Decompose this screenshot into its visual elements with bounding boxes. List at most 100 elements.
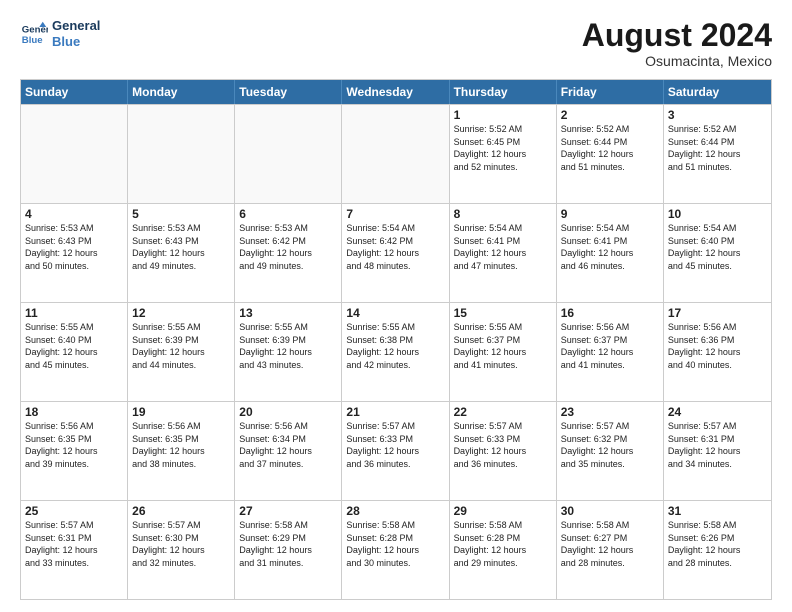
month-year: August 2024 [582, 18, 772, 53]
cal-cell: 16Sunrise: 5:56 AM Sunset: 6:37 PM Dayli… [557, 303, 664, 401]
day-info: Sunrise: 5:55 AM Sunset: 6:39 PM Dayligh… [239, 321, 337, 371]
header-day-saturday: Saturday [664, 80, 771, 104]
day-number: 25 [25, 504, 123, 518]
page: General Blue General Blue August 2024 Os… [0, 0, 792, 612]
day-number: 6 [239, 207, 337, 221]
day-number: 19 [132, 405, 230, 419]
cal-cell: 26Sunrise: 5:57 AM Sunset: 6:30 PM Dayli… [128, 501, 235, 599]
day-info: Sunrise: 5:57 AM Sunset: 6:33 PM Dayligh… [346, 420, 444, 470]
cal-cell: 30Sunrise: 5:58 AM Sunset: 6:27 PM Dayli… [557, 501, 664, 599]
header-day-wednesday: Wednesday [342, 80, 449, 104]
day-number: 2 [561, 108, 659, 122]
cal-cell: 22Sunrise: 5:57 AM Sunset: 6:33 PM Dayli… [450, 402, 557, 500]
header: General Blue General Blue August 2024 Os… [20, 18, 772, 69]
cal-cell: 5Sunrise: 5:53 AM Sunset: 6:43 PM Daylig… [128, 204, 235, 302]
logo: General Blue General Blue [20, 18, 100, 49]
cal-cell: 18Sunrise: 5:56 AM Sunset: 6:35 PM Dayli… [21, 402, 128, 500]
day-info: Sunrise: 5:55 AM Sunset: 6:40 PM Dayligh… [25, 321, 123, 371]
day-number: 14 [346, 306, 444, 320]
day-info: Sunrise: 5:54 AM Sunset: 6:41 PM Dayligh… [454, 222, 552, 272]
cal-cell: 7Sunrise: 5:54 AM Sunset: 6:42 PM Daylig… [342, 204, 449, 302]
day-info: Sunrise: 5:52 AM Sunset: 6:45 PM Dayligh… [454, 123, 552, 173]
day-info: Sunrise: 5:58 AM Sunset: 6:26 PM Dayligh… [668, 519, 767, 569]
day-number: 24 [668, 405, 767, 419]
day-number: 28 [346, 504, 444, 518]
header-day-friday: Friday [557, 80, 664, 104]
cal-cell: 14Sunrise: 5:55 AM Sunset: 6:38 PM Dayli… [342, 303, 449, 401]
day-info: Sunrise: 5:55 AM Sunset: 6:39 PM Dayligh… [132, 321, 230, 371]
week-row-1: 1Sunrise: 5:52 AM Sunset: 6:45 PM Daylig… [21, 104, 771, 203]
day-info: Sunrise: 5:56 AM Sunset: 6:37 PM Dayligh… [561, 321, 659, 371]
day-number: 10 [668, 207, 767, 221]
day-number: 30 [561, 504, 659, 518]
day-number: 11 [25, 306, 123, 320]
day-info: Sunrise: 5:57 AM Sunset: 6:30 PM Dayligh… [132, 519, 230, 569]
logo-text: General Blue [52, 18, 100, 49]
cal-cell [235, 105, 342, 203]
cal-cell: 21Sunrise: 5:57 AM Sunset: 6:33 PM Dayli… [342, 402, 449, 500]
week-row-2: 4Sunrise: 5:53 AM Sunset: 6:43 PM Daylig… [21, 203, 771, 302]
cal-cell [342, 105, 449, 203]
location: Osumacinta, Mexico [582, 53, 772, 69]
week-row-5: 25Sunrise: 5:57 AM Sunset: 6:31 PM Dayli… [21, 500, 771, 599]
cal-cell: 19Sunrise: 5:56 AM Sunset: 6:35 PM Dayli… [128, 402, 235, 500]
calendar: SundayMondayTuesdayWednesdayThursdayFrid… [20, 79, 772, 600]
day-number: 23 [561, 405, 659, 419]
day-info: Sunrise: 5:54 AM Sunset: 6:41 PM Dayligh… [561, 222, 659, 272]
day-number: 1 [454, 108, 552, 122]
cal-cell [21, 105, 128, 203]
cal-cell: 12Sunrise: 5:55 AM Sunset: 6:39 PM Dayli… [128, 303, 235, 401]
cal-cell: 29Sunrise: 5:58 AM Sunset: 6:28 PM Dayli… [450, 501, 557, 599]
day-info: Sunrise: 5:53 AM Sunset: 6:42 PM Dayligh… [239, 222, 337, 272]
day-info: Sunrise: 5:54 AM Sunset: 6:42 PM Dayligh… [346, 222, 444, 272]
cal-cell [128, 105, 235, 203]
cal-cell: 2Sunrise: 5:52 AM Sunset: 6:44 PM Daylig… [557, 105, 664, 203]
day-number: 15 [454, 306, 552, 320]
day-info: Sunrise: 5:52 AM Sunset: 6:44 PM Dayligh… [668, 123, 767, 173]
week-row-3: 11Sunrise: 5:55 AM Sunset: 6:40 PM Dayli… [21, 302, 771, 401]
day-number: 12 [132, 306, 230, 320]
day-info: Sunrise: 5:57 AM Sunset: 6:32 PM Dayligh… [561, 420, 659, 470]
header-day-monday: Monday [128, 80, 235, 104]
day-number: 27 [239, 504, 337, 518]
day-number: 31 [668, 504, 767, 518]
cal-cell: 13Sunrise: 5:55 AM Sunset: 6:39 PM Dayli… [235, 303, 342, 401]
cal-cell: 20Sunrise: 5:56 AM Sunset: 6:34 PM Dayli… [235, 402, 342, 500]
day-info: Sunrise: 5:55 AM Sunset: 6:38 PM Dayligh… [346, 321, 444, 371]
day-number: 13 [239, 306, 337, 320]
cal-cell: 23Sunrise: 5:57 AM Sunset: 6:32 PM Dayli… [557, 402, 664, 500]
day-number: 8 [454, 207, 552, 221]
header-day-sunday: Sunday [21, 80, 128, 104]
cal-cell: 4Sunrise: 5:53 AM Sunset: 6:43 PM Daylig… [21, 204, 128, 302]
day-info: Sunrise: 5:57 AM Sunset: 6:31 PM Dayligh… [668, 420, 767, 470]
logo-icon: General Blue [20, 20, 48, 48]
day-info: Sunrise: 5:53 AM Sunset: 6:43 PM Dayligh… [25, 222, 123, 272]
header-day-thursday: Thursday [450, 80, 557, 104]
cal-cell: 31Sunrise: 5:58 AM Sunset: 6:26 PM Dayli… [664, 501, 771, 599]
cal-cell: 17Sunrise: 5:56 AM Sunset: 6:36 PM Dayli… [664, 303, 771, 401]
header-day-tuesday: Tuesday [235, 80, 342, 104]
calendar-body: 1Sunrise: 5:52 AM Sunset: 6:45 PM Daylig… [21, 104, 771, 599]
week-row-4: 18Sunrise: 5:56 AM Sunset: 6:35 PM Dayli… [21, 401, 771, 500]
day-number: 26 [132, 504, 230, 518]
day-number: 18 [25, 405, 123, 419]
day-info: Sunrise: 5:56 AM Sunset: 6:35 PM Dayligh… [132, 420, 230, 470]
day-info: Sunrise: 5:57 AM Sunset: 6:31 PM Dayligh… [25, 519, 123, 569]
day-info: Sunrise: 5:56 AM Sunset: 6:34 PM Dayligh… [239, 420, 337, 470]
day-info: Sunrise: 5:57 AM Sunset: 6:33 PM Dayligh… [454, 420, 552, 470]
day-info: Sunrise: 5:53 AM Sunset: 6:43 PM Dayligh… [132, 222, 230, 272]
title-block: August 2024 Osumacinta, Mexico [582, 18, 772, 69]
day-info: Sunrise: 5:56 AM Sunset: 6:35 PM Dayligh… [25, 420, 123, 470]
day-info: Sunrise: 5:54 AM Sunset: 6:40 PM Dayligh… [668, 222, 767, 272]
cal-cell: 27Sunrise: 5:58 AM Sunset: 6:29 PM Dayli… [235, 501, 342, 599]
cal-cell: 6Sunrise: 5:53 AM Sunset: 6:42 PM Daylig… [235, 204, 342, 302]
cal-cell: 15Sunrise: 5:55 AM Sunset: 6:37 PM Dayli… [450, 303, 557, 401]
day-number: 3 [668, 108, 767, 122]
day-info: Sunrise: 5:56 AM Sunset: 6:36 PM Dayligh… [668, 321, 767, 371]
day-number: 5 [132, 207, 230, 221]
day-number: 4 [25, 207, 123, 221]
svg-text:Blue: Blue [22, 34, 43, 45]
day-number: 17 [668, 306, 767, 320]
cal-cell: 10Sunrise: 5:54 AM Sunset: 6:40 PM Dayli… [664, 204, 771, 302]
day-number: 20 [239, 405, 337, 419]
